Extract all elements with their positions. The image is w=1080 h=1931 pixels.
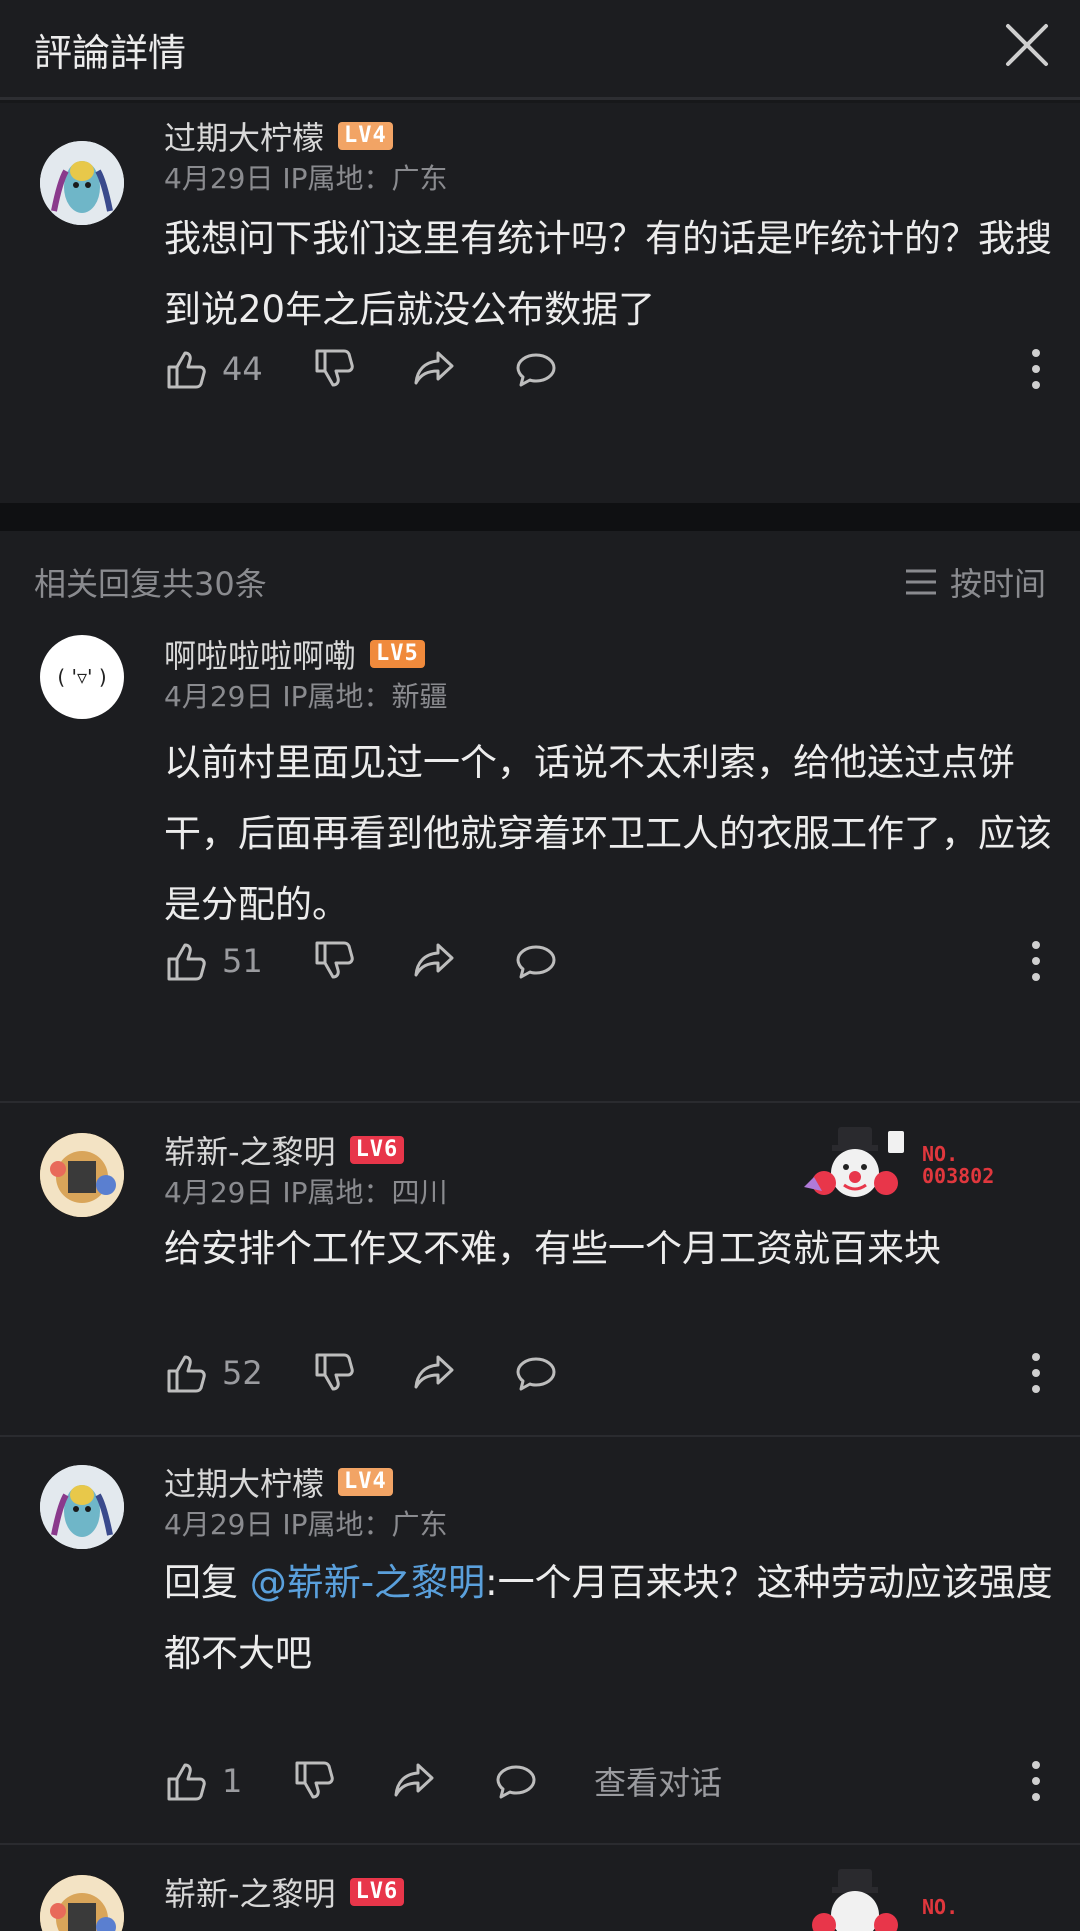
thumbs-up-icon [167,1355,206,1393]
share-button[interactable] [392,1753,436,1809]
comment-icon [496,1765,536,1799]
avatar[interactable]: ( '▿' ) [40,635,124,719]
dislike-button[interactable] [312,1345,356,1401]
avatar[interactable] [40,1133,124,1217]
reply-button[interactable] [514,933,558,989]
thumbs-down-icon [295,1761,334,1799]
close-icon[interactable] [1004,22,1050,68]
comment-text: 我想问下我们这里有统计吗？有的话是咋统计的？我搜到说20年之后就没公布数据了 [164,217,1052,331]
comment-actions: 52 [164,1345,1054,1401]
comment-meta: 4月29日 IP属地：四川 [164,1176,448,1209]
share-icon [414,1355,454,1389]
thumbs-up-icon [167,1763,206,1801]
like-button[interactable]: 51 [164,933,263,989]
reply-button[interactable] [494,1753,538,1809]
comment-icon [516,353,556,387]
clown-badge-icon [804,1127,904,1197]
share-button[interactable] [412,341,456,397]
comment-text: 给安排个工作又不难，有些一个月工资就百来块 [164,1227,941,1270]
section-divider [0,503,1080,531]
thumbs-up-icon [167,351,206,389]
replies-section: 相关回复共30条 按时间 ( '▿' ) 啊啦啦啦啊嘞 LV5 4月29日 IP… [0,531,1080,1931]
fan-badge: NO. 003802 [800,1123,994,1207]
view-conversation-label: 查看对话 [594,1764,723,1802]
reply-item: 崭新-之黎明 LV6 NO. [0,1847,1080,1931]
username[interactable]: 崭新-之黎明 [164,1869,336,1915]
like-count: 51 [222,942,263,980]
level-badge: LV6 [349,1136,405,1164]
like-button[interactable]: 44 [164,341,263,397]
level-badge: LV5 [370,640,425,668]
sort-lines-icon [905,569,936,595]
page-title: 評論詳情 [34,31,187,75]
reply-item: ( '▿' ) 啊啦啦啦啊嘞 LV5 4月29日 IP属地：新疆 以前村里面见过… [0,631,1080,1103]
username[interactable]: 过期大柠檬 [164,113,324,159]
dislike-button[interactable] [312,341,356,397]
more-options-icon[interactable] [1028,939,1044,983]
sort-button[interactable]: 按时间 [904,559,1046,605]
replies-header: 相关回复共30条 按时间 [34,531,1046,631]
dislike-button[interactable] [292,1753,336,1809]
username[interactable]: 过期大柠檬 [164,1459,324,1505]
mention-link[interactable]: @崭新-之黎明 [250,1561,485,1604]
clown-badge-icon [812,1869,898,1931]
avatar[interactable] [40,1875,124,1931]
more-options-icon[interactable] [1028,1351,1044,1395]
sort-label: 按时间 [949,565,1046,603]
main-comment: 过期大柠檬 LV4 4月29日 IP属地：广东 我想问下我们这里有统计吗？有的话… [0,103,1080,503]
avatar[interactable] [40,141,124,225]
dislike-button[interactable] [312,933,356,989]
comment-meta: 4月29日 IP属地：广东 [164,162,448,195]
reply-item: 过期大柠檬 LV4 4月29日 IP属地：广东 回复 @崭新-之黎明:一个月百来… [0,1439,1080,1845]
thumbs-down-icon [315,941,354,979]
avatar[interactable] [40,1465,124,1549]
comment-meta: 4月29日 IP属地：新疆 [164,680,448,713]
comment-actions: 44 [164,341,1054,397]
comment-text: 回复 @崭新-之黎明:一个月百来块？这种劳动应该强度都不大吧 [164,1547,1054,1689]
reply-button[interactable] [514,341,558,397]
avatar-face: ( '▿' ) [57,665,107,689]
view-conversation-button[interactable]: 查看对话 [594,1753,722,1809]
like-button[interactable]: 1 [164,1753,242,1809]
share-button[interactable] [412,933,456,989]
share-button[interactable] [412,1345,456,1401]
thumbs-up-icon [167,943,206,981]
comment-text: 以前村里面见过一个，话说不太利索，给他送过点饼干，后面再看到他就穿着环卫工人的衣… [164,741,1052,926]
level-badge: LV4 [338,1468,393,1496]
like-count: 1 [222,1762,243,1800]
more-options-icon[interactable] [1028,347,1044,391]
like-button[interactable]: 52 [164,1345,263,1401]
more-options-icon[interactable] [1028,1759,1044,1803]
username[interactable]: 崭新-之黎明 [164,1127,336,1173]
level-badge: LV6 [349,1878,405,1906]
comment-icon [516,945,556,979]
share-icon [414,351,454,385]
comment-icon [516,1357,556,1391]
reply-prefix: 回复 [164,1561,250,1604]
share-icon [394,1763,434,1797]
thumbs-down-icon [315,349,354,387]
comment-actions: 51 [164,933,1054,989]
badge-number: NO. [922,1895,959,1919]
like-count: 44 [222,350,263,388]
header: 評論詳情 [0,0,1080,100]
comment-actions: 1 查看对话 [164,1753,1054,1809]
fan-badge: NO. [800,1865,958,1931]
thumbs-down-icon [315,1353,354,1391]
share-icon [414,943,454,977]
username[interactable]: 啊啦啦啦啊嘞 [164,631,356,677]
like-count: 52 [222,1354,263,1392]
level-badge: LV4 [338,122,393,150]
comment-meta: 4月29日 IP属地：广东 [164,1508,448,1541]
replies-count: 相关回复共30条 [34,565,267,603]
reply-button[interactable] [514,1345,558,1401]
reply-item: 崭新-之黎明 LV6 4月29日 IP属地：四川 NO. 003802 给安排个… [0,1105,1080,1437]
badge-number: NO. 003802 [922,1142,995,1188]
